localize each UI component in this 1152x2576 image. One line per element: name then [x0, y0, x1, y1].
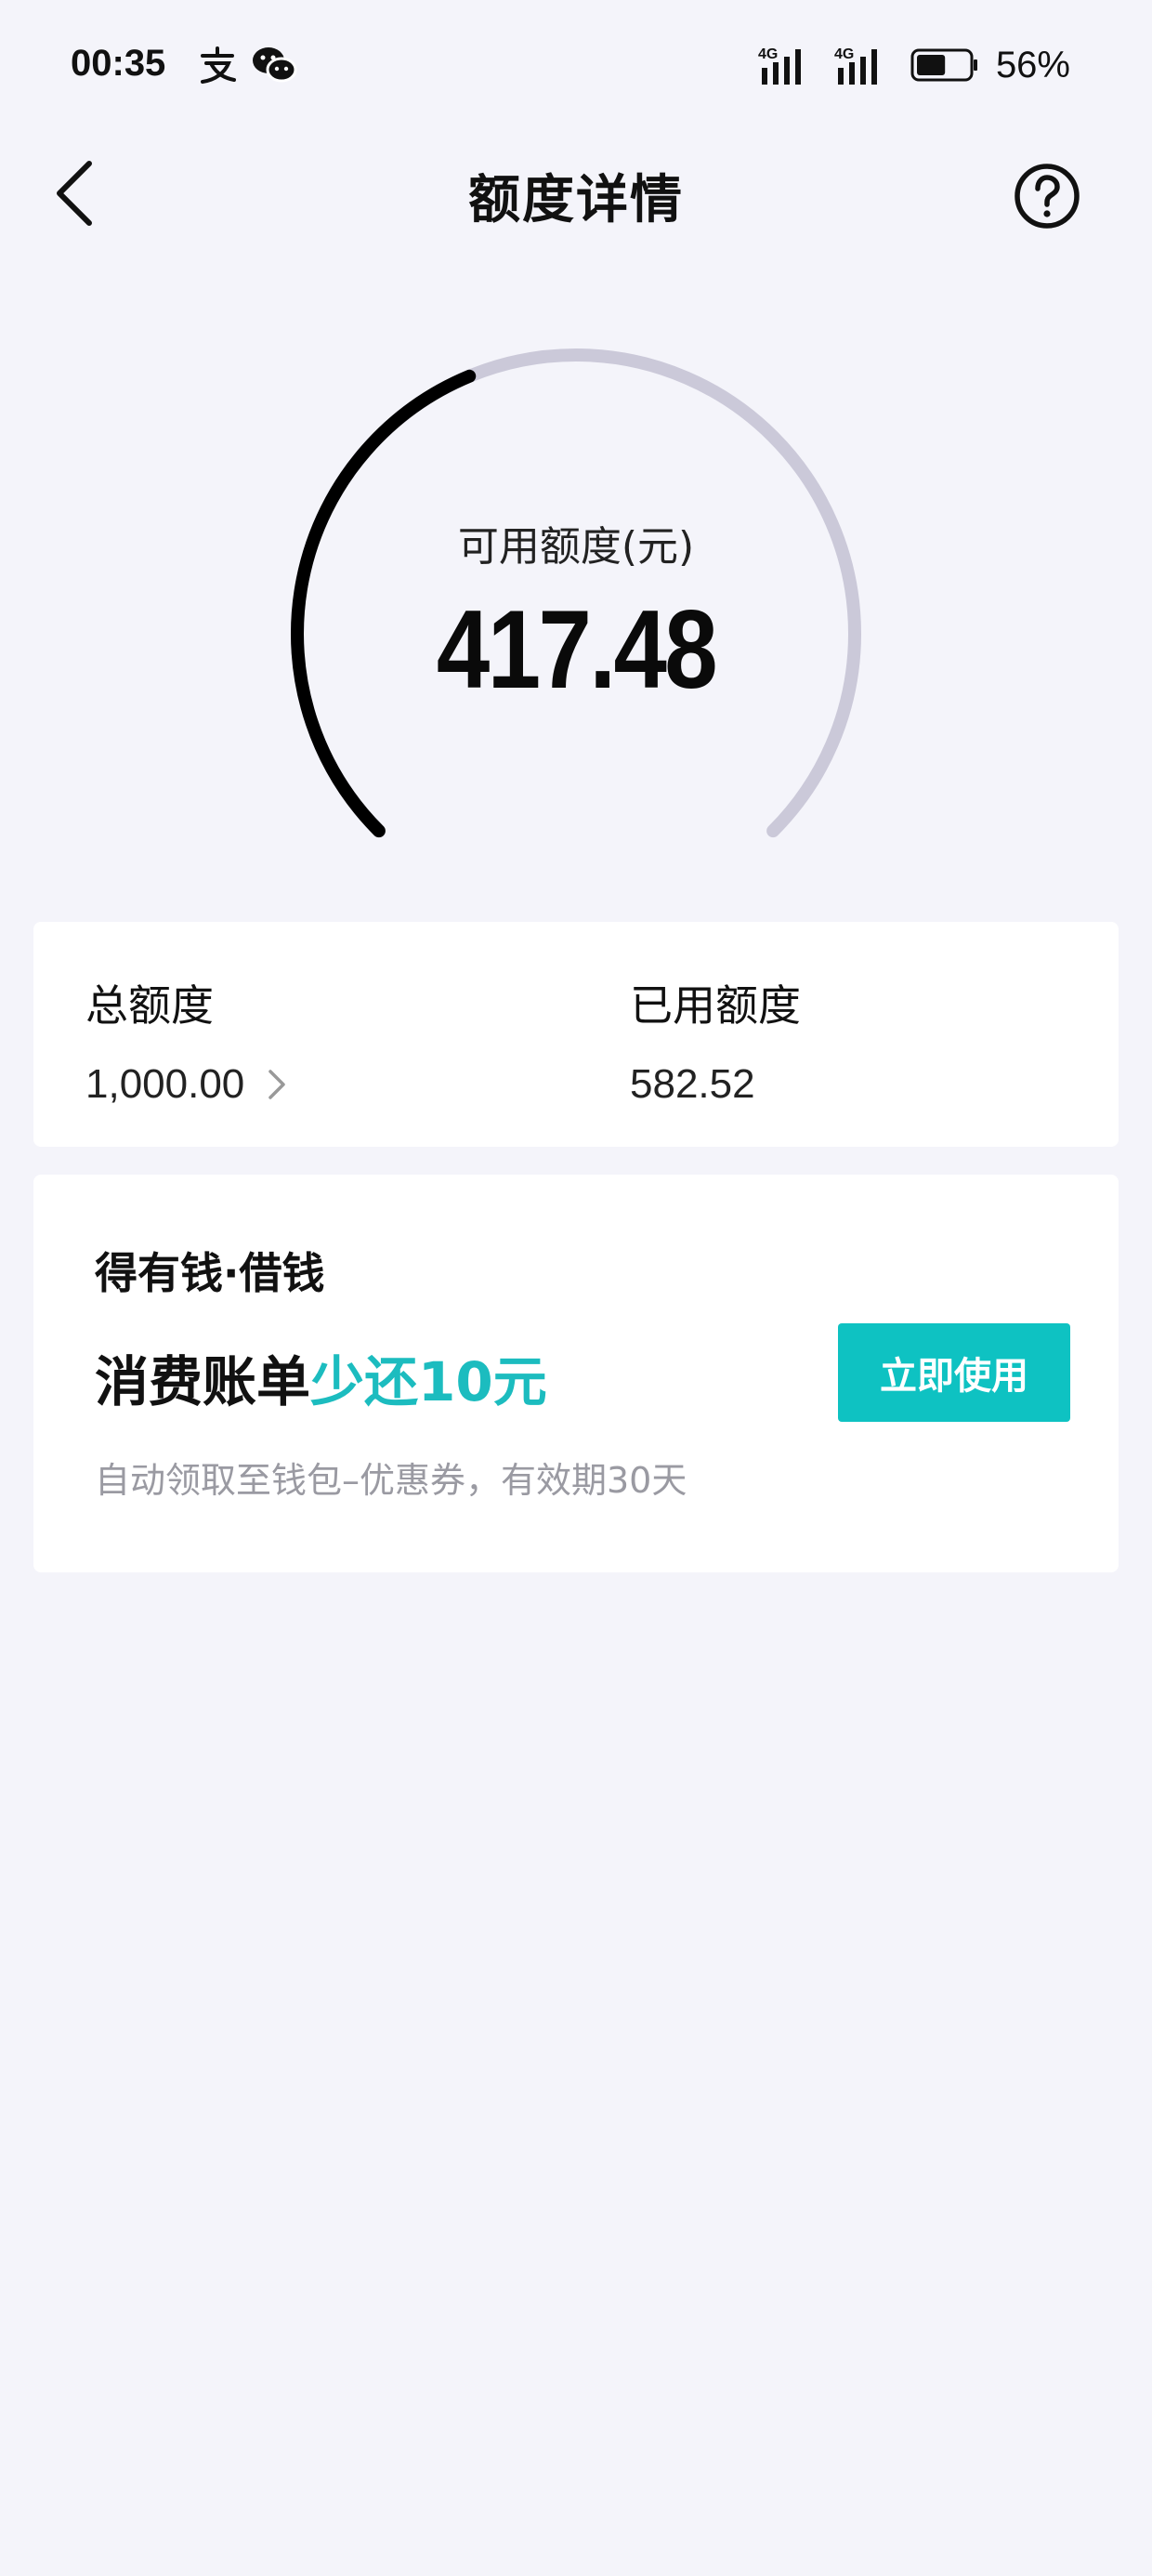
used-limit-value: 582.52 — [630, 1061, 755, 1107]
limit-summary-card: 总额度 1,000.00 已用额度 582.52 — [33, 922, 1119, 1147]
battery-percent: 56% — [995, 44, 1070, 85]
page-title: 额度详情 — [468, 170, 684, 230]
promo-subtitle: 自动领取至钱包–优惠券，有效期30天 — [95, 1460, 687, 1501]
promo-brand: 得有钱·借钱 — [95, 1248, 325, 1298]
use-now-button[interactable]: 立即使用 — [838, 1323, 1070, 1422]
wechat-icon — [253, 47, 297, 83]
chevron-right-icon — [268, 1070, 286, 1099]
status-indicators: 4G 4G 56% — [758, 39, 1070, 91]
alipay-icon — [201, 46, 236, 84]
signal-4g-icon: 4G — [758, 46, 801, 85]
promo-card: 得有钱·借钱 消费账单少还10元 自动领取至钱包–优惠券，有效期30天 立即使用 — [33, 1175, 1119, 1572]
used-limit: 已用额度 582.52 — [630, 972, 801, 1108]
signal-4g-icon: 4G — [834, 46, 877, 85]
total-limit-value: 1,000.00 — [85, 1061, 245, 1107]
total-limit[interactable]: 总额度 1,000.00 — [85, 972, 295, 1108]
status-bar: 00:35 4G 4G 56% — [0, 0, 1152, 139]
used-limit-label: 已用额度 — [630, 980, 801, 1031]
signal-label: 4G — [834, 46, 854, 62]
status-time: 00:35 — [71, 43, 166, 84]
promo-headline-accent: 少还10元 — [310, 1350, 547, 1413]
promo-headline: 消费账单少还10元 — [95, 1338, 547, 1416]
battery-icon — [910, 48, 977, 82]
available-credit-value: 417.48 — [436, 587, 718, 712]
promo-headline-main: 消费账单 — [95, 1350, 311, 1413]
total-limit-label: 总额度 — [85, 980, 214, 1031]
available-credit-label: 可用额度(元) — [457, 523, 695, 571]
question-circle-icon[interactable] — [1013, 162, 1081, 230]
signal-label: 4G — [758, 46, 778, 62]
